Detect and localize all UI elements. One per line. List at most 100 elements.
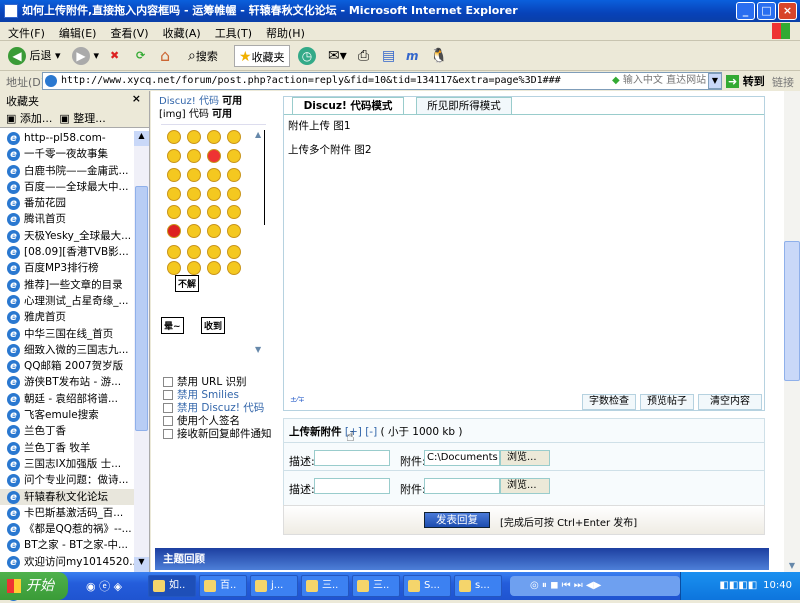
forward-button[interactable]: ▶ ▾ xyxy=(72,45,99,67)
smiley-icon[interactable] xyxy=(167,205,181,219)
close-button[interactable]: × xyxy=(778,2,797,20)
media-player-controls[interactable]: ◎ ⏸ ◼ ⏮ ⏭ ◀▶ xyxy=(510,576,680,596)
smiley-icon[interactable] xyxy=(227,149,241,163)
smiley-icon[interactable] xyxy=(167,261,181,275)
minimize-button[interactable]: _ xyxy=(736,2,755,20)
option-use-signature[interactable]: 使用个人签名 xyxy=(163,415,272,428)
option-disable-discuz-code[interactable]: 禁用 Discuz! 代码 xyxy=(163,402,272,415)
smiley-icon[interactable] xyxy=(207,245,221,259)
menu-view[interactable]: 查看(V) xyxy=(102,22,154,41)
favorite-item[interactable]: e 白鹿书院——金庸武... xyxy=(0,163,136,179)
smilies-scroll-down-icon[interactable]: ▼ xyxy=(255,345,261,354)
smiley-icon[interactable] xyxy=(187,245,201,259)
smiley-icon[interactable] xyxy=(187,149,201,163)
stop-button[interactable]: ✖ xyxy=(110,45,119,67)
messenger-button[interactable]: m xyxy=(406,45,419,67)
edit-button[interactable]: ▤ xyxy=(382,45,395,67)
favorite-item[interactable]: e BT之家 - BT之家-中... xyxy=(0,537,136,553)
favorite-item[interactable]: e 三国志IX加强版 士... xyxy=(0,456,136,472)
browse-button-2[interactable]: 浏览... xyxy=(500,478,550,494)
sign-smiley-shoudao[interactable]: 收到 xyxy=(201,317,226,334)
desc-input-1[interactable] xyxy=(314,450,390,466)
checkbox[interactable] xyxy=(163,429,173,439)
taskbar-button[interactable]: 三.. xyxy=(352,575,400,597)
smiley-icon[interactable] xyxy=(207,261,221,275)
menu-tools[interactable]: 工具(T) xyxy=(207,22,258,41)
taskbar-button[interactable]: 如.. xyxy=(148,575,196,597)
smiley-icon[interactable] xyxy=(227,224,241,238)
favorite-item[interactable]: e QQ邮箱 2007贺岁版 xyxy=(0,358,136,374)
smiley-icon[interactable] xyxy=(167,245,181,259)
sidebar-scrollbar[interactable]: ▲ ▼ xyxy=(134,131,149,572)
favorite-item[interactable]: e 腾讯首页 xyxy=(0,211,136,227)
smiley-icon[interactable] xyxy=(167,168,181,182)
taskbar-button[interactable]: 百.. xyxy=(199,575,247,597)
taskbar-button[interactable]: S... xyxy=(403,575,451,597)
menu-file[interactable]: 文件(F) xyxy=(0,22,51,41)
smiley-icon[interactable] xyxy=(167,187,181,201)
favorite-item[interactable]: e 中华三国在线_首页 xyxy=(0,326,136,342)
option-disable-smilies[interactable]: 禁用 Smilies xyxy=(163,389,272,402)
remove-attachment-link[interactable]: [-] xyxy=(365,426,377,438)
message-textarea[interactable]: 附件上传 图1 上传多个附件 图2 xyxy=(284,114,764,394)
smiley-icon[interactable] xyxy=(187,168,201,182)
quicklaunch-icons[interactable]: ◉ ⓔ ◈ xyxy=(86,578,122,594)
resize-editor-icon[interactable]: ±⁄∓ xyxy=(290,395,305,404)
smiley-icon[interactable] xyxy=(207,168,221,182)
favorite-item[interactable]: e 雅虎首页 xyxy=(0,309,136,325)
smiley-icon[interactable] xyxy=(207,187,221,201)
menu-favorites[interactable]: 收藏(A) xyxy=(155,22,207,41)
favorite-item[interactable]: e 一千零一夜故事集 xyxy=(0,146,136,162)
back-button[interactable]: ◀ 后退 ▾ xyxy=(8,45,61,67)
file-input-2[interactable] xyxy=(424,478,500,494)
favorite-item[interactable]: e 朝廷 - 袁绍部将谱... xyxy=(0,391,136,407)
favorite-item[interactable]: e 游侠BT发布站 - 游... xyxy=(0,374,136,390)
sidebar-scroll-thumb[interactable] xyxy=(135,186,148,431)
url-input[interactable]: http://www.xycq.net/forum/post.php?actio… xyxy=(42,72,722,90)
history-button[interactable]: ◷ xyxy=(298,45,316,67)
favorite-item[interactable]: e 轩辕春秋文化论坛 xyxy=(0,488,136,505)
tray-icons[interactable]: ◧◧◧◧ xyxy=(719,580,757,591)
add-favorite-button[interactable]: ▣ 添加... xyxy=(6,112,52,125)
page-scrollbar[interactable]: ▼ xyxy=(784,91,800,572)
checkbox[interactable] xyxy=(163,390,173,400)
smiley-icon[interactable] xyxy=(167,149,181,163)
start-button[interactable]: 开始 xyxy=(0,572,68,600)
smiley-icon[interactable] xyxy=(187,187,201,201)
go-button[interactable]: ➜ 转到 xyxy=(726,73,765,89)
sidebar-close-icon[interactable]: × xyxy=(132,92,141,105)
favorite-item[interactable]: e [08.09][香港TVB影... xyxy=(0,244,136,260)
file-input-1[interactable]: C:\Documents an xyxy=(424,450,500,466)
tab-discuz-code-mode[interactable]: Discuz! 代码模式 xyxy=(292,97,404,115)
option-disable-url[interactable]: 禁用 URL 识别 xyxy=(163,376,272,389)
smiley-icon[interactable] xyxy=(227,245,241,259)
favorite-item[interactable]: e 欢迎访问my1014520... xyxy=(0,554,136,570)
smiley-icon[interactable] xyxy=(167,130,181,144)
favorite-item[interactable]: e 百度——全球最大中... xyxy=(0,179,136,195)
favorite-item[interactable]: e 心理测试_占星奇缘_... xyxy=(0,293,136,309)
smiley-icon[interactable] xyxy=(187,261,201,275)
print-button[interactable]: ⎙ xyxy=(358,45,369,67)
scroll-down-icon[interactable]: ▼ xyxy=(134,557,149,572)
browse-button-1[interactable]: 浏览... xyxy=(500,450,550,466)
taskbar-button[interactable]: j... xyxy=(250,575,298,597)
favorite-item[interactable]: e 百度MP3排行榜 xyxy=(0,260,136,276)
favorite-item[interactable]: e 天极Yesky_全球最大... xyxy=(0,228,136,244)
smiley-icon[interactable] xyxy=(187,130,201,144)
option-email-notify[interactable]: 接收新回复邮件通知 xyxy=(163,428,272,441)
address-dropdown-icon[interactable]: ▼ xyxy=(708,73,722,89)
smiley-icon[interactable] xyxy=(187,224,201,238)
home-button[interactable]: ⌂ xyxy=(160,45,170,67)
favorite-item[interactable]: e 卡巴斯基激活码_百... xyxy=(0,505,136,521)
favorite-item[interactable]: e 问个专业问题：做诗... xyxy=(0,472,136,488)
smiley-icon[interactable] xyxy=(227,168,241,182)
smiley-icon[interactable] xyxy=(167,224,181,238)
maximize-button[interactable]: □ xyxy=(757,2,776,20)
clear-content-button[interactable]: 清空内容 xyxy=(698,394,762,410)
smiley-icon[interactable] xyxy=(207,205,221,219)
scroll-up-icon[interactable]: ▲ xyxy=(134,131,149,146)
smiley-icon[interactable] xyxy=(207,130,221,144)
favorite-item[interactable]: e 《都是QQ惹的祸》--... xyxy=(0,521,136,537)
favorite-item[interactable]: e 兰色丁香 xyxy=(0,423,136,439)
favorites-button[interactable]: ★收藏夹 xyxy=(234,45,290,67)
